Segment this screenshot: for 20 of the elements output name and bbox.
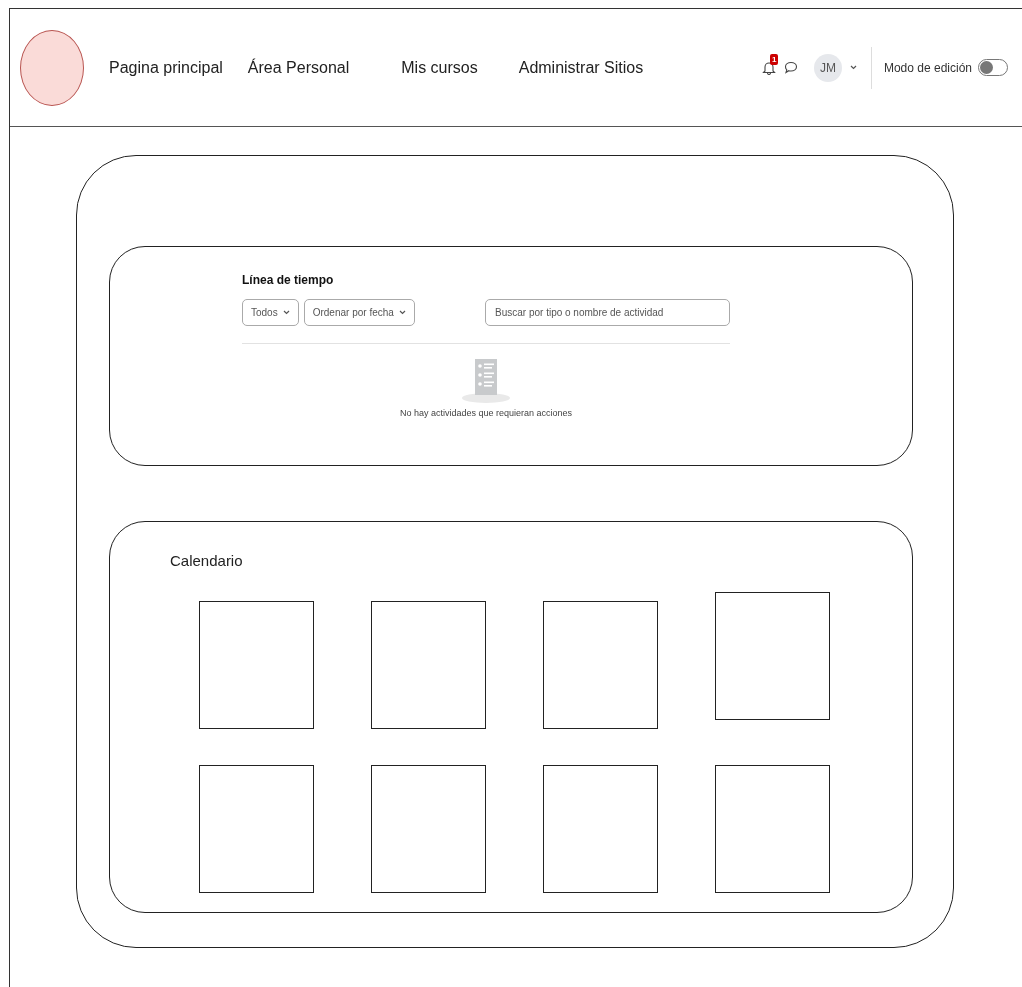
- nav-link[interactable]: Administrar Sitios: [518, 58, 644, 77]
- calendar-title: Calendario: [170, 552, 244, 569]
- user-avatar[interactable]: JM: [813, 53, 842, 82]
- search-field[interactable]: Buscar por tipo o nombre de actividad: [485, 299, 730, 326]
- nav-link[interactable]: Pagina principal: [109, 58, 223, 77]
- chevron-icon: [398, 310, 406, 315]
- bell-icon[interactable]: [761, 59, 776, 75]
- timeline-title: Línea de tiempo: [242, 273, 335, 287]
- chevron-icon: [849, 65, 857, 70]
- empty-list-icon: [461, 358, 511, 404]
- edit-mode-label: Modo de edición: [883, 60, 972, 75]
- nav-link[interactable]: Área Personal: [247, 58, 350, 77]
- empty-message: No hay actividades que requieran acciones: [399, 408, 573, 418]
- filter-dropdown[interactable]: Todos: [242, 299, 299, 326]
- filter-dropdown[interactable]: Ordenar por fecha: [303, 299, 415, 326]
- chevron-icon: [282, 310, 290, 315]
- chat-icon[interactable]: [783, 61, 798, 74]
- edit-mode-toggle[interactable]: [978, 59, 1008, 76]
- nav-link[interactable]: Mis cursos: [401, 58, 478, 77]
- notification-badge: 1: [769, 53, 779, 65]
